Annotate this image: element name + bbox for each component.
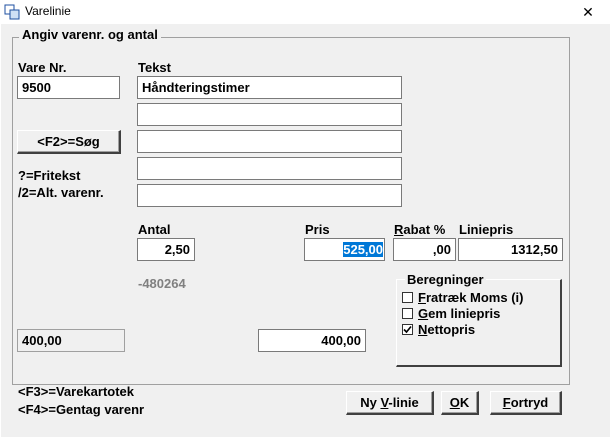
tekst-input-2[interactable] <box>137 103 402 126</box>
app-icon <box>4 4 20 20</box>
checkbox-box <box>402 292 413 303</box>
btn-text: ortryd <box>510 395 549 410</box>
pris-label: Pris <box>305 222 330 237</box>
nettopris-checkbox[interactable]: Nettopris <box>402 322 475 337</box>
fortryd-button[interactable]: Fortryd <box>490 391 562 415</box>
btn-text: Ny <box>360 395 381 410</box>
tekst-input-5[interactable] <box>137 184 402 207</box>
tekst-input-3[interactable] <box>137 130 402 153</box>
vare-nr-input[interactable]: 9500 <box>17 76 120 99</box>
checkbox-label: ettopris <box>427 322 476 337</box>
bottom-left-value: 400,00 <box>17 329 125 352</box>
tekst-label: Tekst <box>138 60 171 75</box>
liniepris-label: Liniepris <box>459 222 514 237</box>
rabat-input[interactable]: ,00 <box>393 238 456 261</box>
rabat-label-rest: abat % <box>403 222 446 237</box>
rabat-label: Rabat % <box>394 222 445 237</box>
close-button[interactable]: ✕ <box>565 0 611 24</box>
beregninger-title: Beregninger <box>405 272 486 287</box>
checkbox-mnemonic: N <box>418 322 428 337</box>
antal-input[interactable]: 2,50 <box>137 238 195 261</box>
btn-text: -linie <box>388 395 419 410</box>
groupbox-title: Angiv varenr. og antal <box>19 27 161 42</box>
btn-mnemonic: O <box>449 395 460 410</box>
checkbox-mnemonic: G <box>418 306 429 321</box>
checkbox-mnemonic: F <box>418 290 426 305</box>
check-icon <box>403 325 412 334</box>
ok-button[interactable]: OK <box>441 391 479 415</box>
btn-text: K <box>459 395 470 410</box>
title-bar: Varelinie ✕ <box>0 0 611 24</box>
vare-code: -480264 <box>138 276 186 291</box>
pris-value: 525,00 <box>343 242 383 257</box>
tekst-input-1[interactable]: Håndteringstimer <box>137 76 402 99</box>
gem-liniepris-checkbox[interactable]: Gem liniepris <box>402 306 500 321</box>
ny-vlinie-button[interactable]: Ny V-linie <box>346 391 434 415</box>
tekst-input-4[interactable] <box>137 157 402 180</box>
checkbox-label: em liniepris <box>428 306 501 321</box>
window-title: Varelinie <box>25 4 71 18</box>
f4-hint: <F4>=Gentag varenr <box>18 402 145 417</box>
btn-mnemonic: F <box>502 395 511 410</box>
bottom-mid-value: 400,00 <box>258 329 366 352</box>
dialog-client: Angiv varenr. og antal Vare Nr. Tekst 95… <box>1 24 610 437</box>
checkbox-label: ratræk Moms (i) <box>425 290 524 305</box>
f3-hint: <F3>=Varekartotek <box>18 384 134 399</box>
vare-nr-label: Vare Nr. <box>18 60 67 75</box>
checkbox-box <box>402 324 413 335</box>
fratraek-moms-checkbox[interactable]: Fratræk Moms (i) <box>402 290 523 305</box>
checkbox-box <box>402 308 413 319</box>
fritekst-hint: ?=Fritekst <box>18 168 81 183</box>
close-icon: ✕ <box>582 4 594 20</box>
search-button[interactable]: <F2>=Søg <box>17 130 121 154</box>
antal-label: Antal <box>138 222 171 237</box>
liniepris-field: 1312,50 <box>458 238 563 261</box>
beregninger-group: Beregninger Fratræk Moms (i) Gem liniepr… <box>396 272 562 367</box>
alt-varenr-hint: /2=Alt. varenr. <box>18 185 104 200</box>
rabat-mnemonic: R <box>394 222 404 237</box>
pris-input[interactable]: 525,00 <box>304 238 385 261</box>
